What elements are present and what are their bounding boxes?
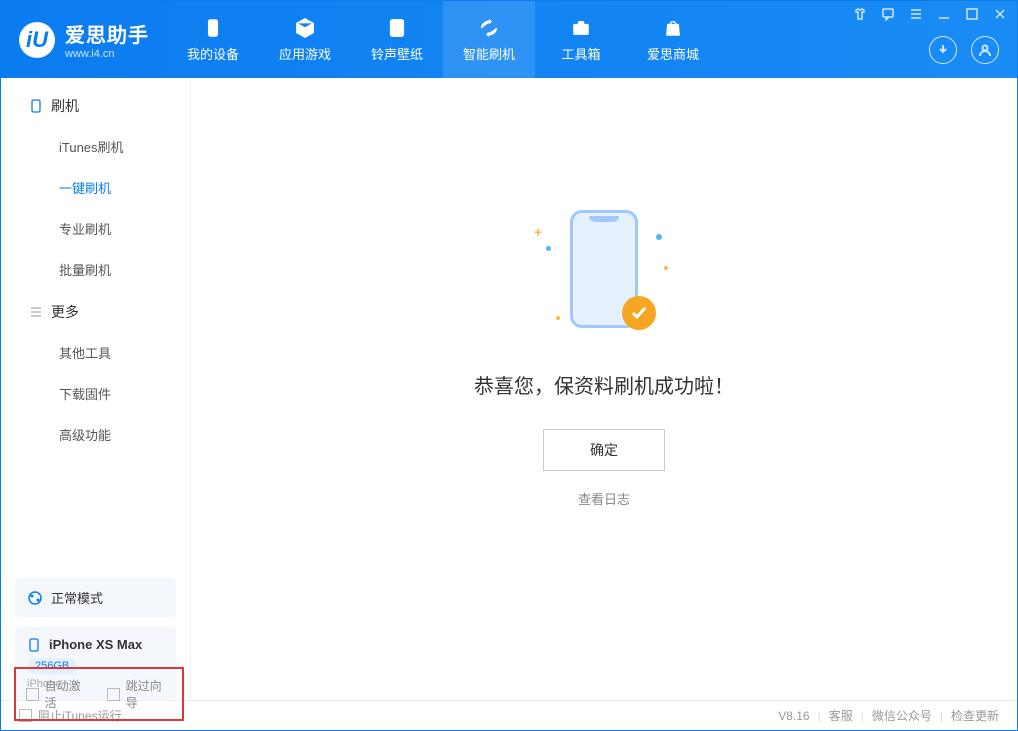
wechat-link[interactable]: 微信公众号 [872,707,932,724]
success-illustration: + [524,210,684,350]
logo-icon: iU [19,22,55,58]
app-title: 爱思助手 [65,19,149,48]
sidebar-item-other-tools[interactable]: 其他工具 [1,332,190,373]
sidebar-item-pro-flash[interactable]: 专业刷机 [1,208,190,249]
separator: | [861,709,864,723]
header: iU 爱思助手 www.i4.cn 我的设备 应用游戏 铃声壁纸 智能刷机 工具… [1,1,1017,78]
main-nav: 我的设备 应用游戏 铃声壁纸 智能刷机 工具箱 爱思商城 [167,1,719,78]
nav-store[interactable]: 爱思商城 [627,1,719,78]
sidebar-group-more: 更多 [1,302,190,322]
separator: | [940,709,943,723]
checkbox-label: 自动激活 [45,677,91,711]
sidebar-item-itunes-flash[interactable]: iTunes刷机 [1,126,190,167]
success-title: 恭喜您，保资料刷机成功啦！ [474,370,734,399]
app-subtitle: www.i4.cn [65,48,149,60]
device-mode-status[interactable]: 正常模式 [15,578,176,617]
download-button[interactable] [929,36,957,64]
body: 刷机 iTunes刷机 一键刷机 专业刷机 批量刷机 更多 其他工具 下载固件 … [1,78,1017,700]
sparkle-icon: + [534,224,542,240]
view-log-link[interactable]: 查看日志 [578,489,630,508]
nav-label: 铃声壁纸 [371,44,423,63]
device-name: iPhone XS Max [49,637,142,652]
checkbox-box [107,688,120,701]
auto-activate-checkbox[interactable]: 自动激活 [26,677,91,711]
nav-toolbox[interactable]: 工具箱 [535,1,627,78]
ok-button[interactable]: 确定 [543,429,665,471]
header-right [929,36,999,64]
sparkle-icon [556,316,560,320]
shopping-bag-icon [661,16,685,40]
separator: | [818,709,821,723]
logo-text: 爱思助手 www.i4.cn [65,19,149,60]
sidebar-item-batch-flash[interactable]: 批量刷机 [1,249,190,290]
status-label: 正常模式 [51,588,103,607]
window-controls [853,7,1007,21]
sidebar-item-onekey-flash[interactable]: 一键刷机 [1,167,190,208]
group-label: 刷机 [51,96,79,116]
device-icon [201,16,225,40]
nav-ringtone-wallpaper[interactable]: 铃声壁纸 [351,1,443,78]
group-label: 更多 [51,302,79,322]
feedback-icon[interactable] [881,7,895,21]
nav-label: 应用游戏 [279,44,331,63]
sidebar-item-download-firmware[interactable]: 下载固件 [1,373,190,414]
check-update-link[interactable]: 检查更新 [951,707,999,724]
sparkle-icon [545,245,552,252]
nav-label: 我的设备 [187,44,239,63]
cube-icon [293,16,317,40]
minimize-icon[interactable] [937,7,951,21]
close-icon[interactable] [993,7,1007,21]
nav-label: 智能刷机 [463,44,515,63]
nav-apps-games[interactable]: 应用游戏 [259,1,351,78]
logo-block: iU 爱思助手 www.i4.cn [1,19,167,60]
profile-button[interactable] [971,36,999,64]
main-content: + 恭喜您，保资料刷机成功啦！ 确定 查看日志 [191,78,1017,700]
nav-smart-flash[interactable]: 智能刷机 [443,1,535,78]
tshirt-icon[interactable] [853,7,867,21]
version-label: V8.16 [778,709,809,723]
maximize-icon[interactable] [965,7,979,21]
sidebar-item-advanced[interactable]: 高级功能 [1,414,190,455]
skip-guide-checkbox[interactable]: 跳过向导 [107,677,172,711]
briefcase-icon [569,16,593,40]
phone-icon [27,638,41,652]
status-icon [27,590,43,606]
footer-right: V8.16 | 客服 | 微信公众号 | 检查更新 [778,707,999,724]
sparkle-icon [664,266,668,270]
sidebar: 刷机 iTunes刷机 一键刷机 专业刷机 批量刷机 更多 其他工具 下载固件 … [1,78,191,700]
highlighted-options: 自动激活 跳过向导 [14,667,184,721]
menu-icon[interactable] [909,7,923,21]
checkmark-badge-icon [622,296,656,330]
refresh-icon [477,16,501,40]
sparkle-icon [655,233,663,241]
nav-label: 爱思商城 [647,44,699,63]
sidebar-group-flash: 刷机 [1,96,190,116]
checkbox-label: 跳过向导 [126,677,172,711]
music-note-icon [385,16,409,40]
nav-label: 工具箱 [561,44,600,63]
support-link[interactable]: 客服 [829,707,853,724]
nav-my-device[interactable]: 我的设备 [167,1,259,78]
checkbox-box [26,688,39,701]
